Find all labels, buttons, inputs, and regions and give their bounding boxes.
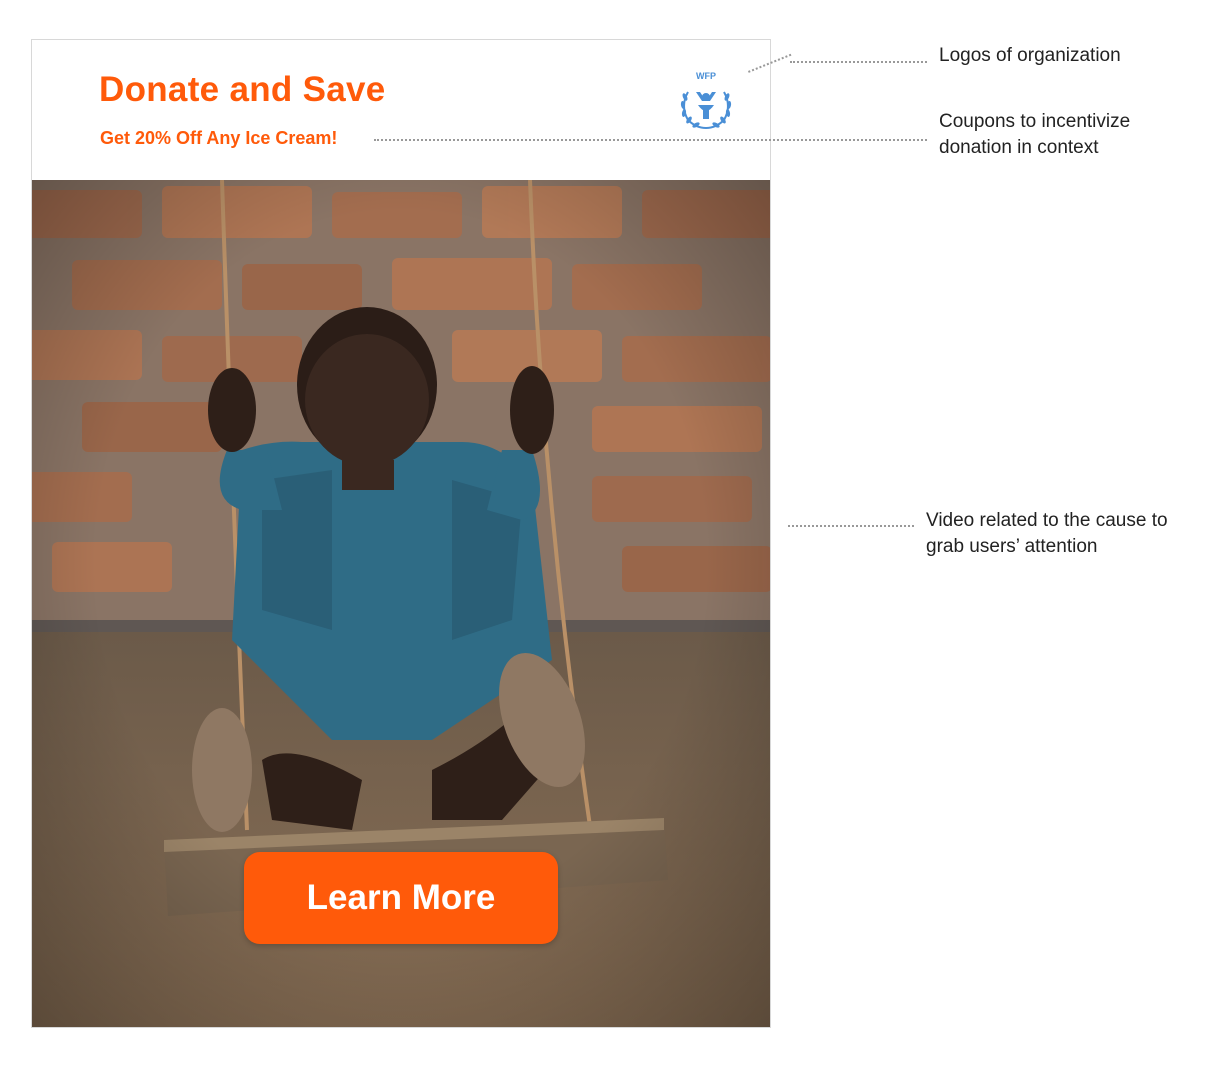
annotation-video-line2: grab users’ attention — [926, 536, 1098, 557]
wfp-logo-text: WFP — [696, 71, 716, 81]
annotation-coupons-line2: donation in context — [939, 137, 1099, 158]
video-pointer-line — [788, 525, 914, 527]
coupons-pointer-line — [374, 139, 927, 141]
annotation-logos: Logos of organization — [939, 43, 1121, 69]
annotation-coupons-line1: Coupons to incentivize — [939, 111, 1131, 132]
logos-pointer-line — [790, 61, 927, 63]
cause-video[interactable]: Learn More — [32, 180, 770, 1027]
annotation-video-line1: Video related to the cause to — [926, 510, 1168, 531]
ad-header: Donate and Save Get 20% Off Any Ice Crea… — [32, 40, 770, 180]
coupon-text[interactable]: Get 20% Off Any Ice Cream! — [100, 128, 337, 149]
wfp-logo-icon: WFP — [680, 71, 732, 129]
annotation-video: Video related to the cause to grab users… — [926, 508, 1168, 560]
ad-title: Donate and Save — [99, 70, 386, 109]
annotation-coupons: Coupons to incentivize donation in conte… — [939, 109, 1130, 161]
annotation-logos-text: Logos of organization — [939, 45, 1121, 66]
ad-unit: Donate and Save Get 20% Off Any Ice Crea… — [31, 39, 771, 1028]
learn-more-button[interactable]: Learn More — [244, 852, 558, 944]
